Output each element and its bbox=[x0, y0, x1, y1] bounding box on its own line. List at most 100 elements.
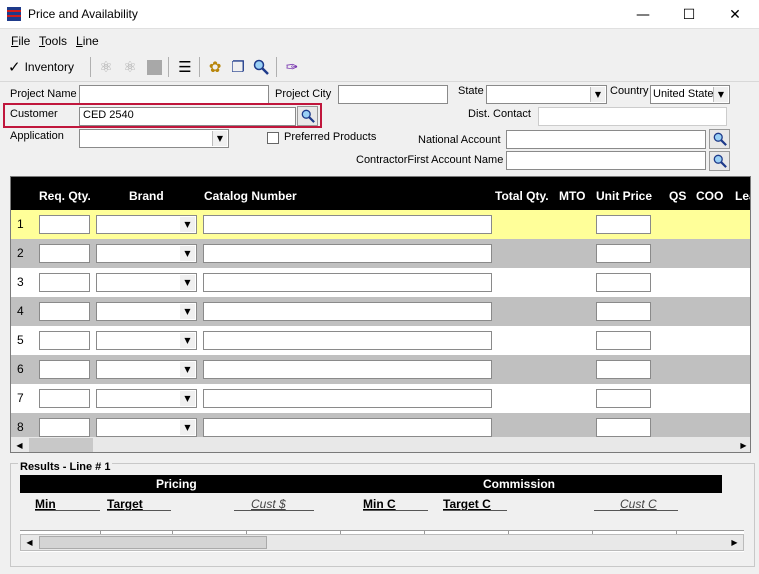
scroll-left-icon[interactable]: ◀ bbox=[11, 437, 28, 452]
unit-price-input[interactable] bbox=[596, 418, 651, 437]
chevron-down-icon[interactable]: ▼ bbox=[180, 333, 195, 348]
contractor-input[interactable] bbox=[506, 151, 706, 170]
grid-row[interactable]: 7 ▼ bbox=[11, 384, 750, 413]
quantity-forward-icon[interactable]: ⚛ bbox=[120, 57, 140, 77]
state-select[interactable]: ▼ bbox=[486, 85, 607, 104]
col-underline bbox=[35, 510, 100, 511]
req-qty-input[interactable] bbox=[39, 244, 90, 263]
menu-tools[interactable]: Tools bbox=[39, 34, 67, 48]
minimize-button[interactable]: — bbox=[620, 0, 666, 29]
close-button[interactable]: ✕ bbox=[712, 0, 758, 29]
grid-row[interactable]: 3 ▼ bbox=[11, 268, 750, 297]
catalog-number-input[interactable] bbox=[203, 244, 492, 263]
req-qty-input[interactable] bbox=[39, 360, 90, 379]
stop-icon[interactable] bbox=[144, 57, 164, 77]
list-icon[interactable]: ☰ bbox=[175, 57, 195, 77]
unit-price-input[interactable] bbox=[596, 389, 651, 408]
col-lead: Lea bbox=[735, 189, 750, 203]
customer-lookup-button[interactable] bbox=[297, 106, 318, 126]
brand-select[interactable]: ▼ bbox=[96, 302, 197, 321]
maximize-button[interactable]: ☐ bbox=[666, 0, 712, 29]
chevron-down-icon[interactable]: ▼ bbox=[180, 420, 195, 435]
brand-select[interactable]: ▼ bbox=[96, 418, 197, 437]
toolbar-separator bbox=[90, 57, 91, 77]
scroll-left-icon[interactable]: ◀ bbox=[21, 535, 38, 550]
req-qty-input[interactable] bbox=[39, 389, 90, 408]
row-number: 5 bbox=[17, 333, 24, 347]
row-number: 3 bbox=[17, 275, 24, 289]
national-account-input[interactable] bbox=[506, 130, 706, 149]
windows-icon[interactable]: ❐ bbox=[228, 57, 248, 77]
country-select[interactable]: United State ▼ bbox=[650, 85, 730, 104]
quantity-back-icon[interactable]: ⚛ bbox=[96, 57, 116, 77]
grid-row[interactable]: 5 ▼ bbox=[11, 326, 750, 355]
grid-row[interactable]: 6 ▼ bbox=[11, 355, 750, 384]
scroll-right-icon[interactable]: ▶ bbox=[726, 535, 743, 550]
unit-price-input[interactable] bbox=[596, 244, 651, 263]
settings-icon[interactable]: ✿ bbox=[205, 57, 225, 77]
menu-line[interactable]: Line bbox=[76, 34, 99, 48]
catalog-number-input[interactable] bbox=[203, 360, 492, 379]
chevron-down-icon[interactable]: ▼ bbox=[713, 87, 728, 102]
unit-price-input[interactable] bbox=[596, 360, 651, 379]
catalog-number-input[interactable] bbox=[203, 389, 492, 408]
brand-select[interactable]: ▼ bbox=[96, 273, 197, 292]
chevron-down-icon[interactable]: ▼ bbox=[180, 275, 195, 290]
dist-contact-input[interactable] bbox=[538, 107, 727, 126]
col-target: Target bbox=[107, 497, 143, 511]
grid-row[interactable]: 1 ▼ bbox=[11, 210, 750, 239]
req-qty-input[interactable] bbox=[39, 418, 90, 437]
grid-horizontal-scrollbar[interactable]: ◀ ▶ bbox=[11, 437, 750, 452]
col-underline bbox=[443, 510, 507, 511]
wand-icon[interactable]: ✑ bbox=[282, 57, 302, 77]
menu-file[interactable]: File bbox=[11, 34, 30, 48]
catalog-number-input[interactable] bbox=[203, 331, 492, 350]
chevron-down-icon[interactable]: ▼ bbox=[180, 362, 195, 377]
chevron-down-icon[interactable]: ▼ bbox=[180, 246, 195, 261]
chevron-down-icon[interactable]: ▼ bbox=[212, 131, 227, 146]
row-number: 6 bbox=[17, 362, 24, 376]
brand-select[interactable]: ▼ bbox=[96, 215, 197, 234]
results-horizontal-scrollbar[interactable]: ◀ ▶ bbox=[20, 534, 744, 551]
contractor-lookup-button[interactable] bbox=[709, 151, 730, 171]
grid-row[interactable]: 2 ▼ bbox=[11, 239, 750, 268]
preferred-products-checkbox[interactable] bbox=[267, 132, 279, 144]
search-icon[interactable] bbox=[251, 57, 271, 77]
col-min-c: Min C bbox=[363, 497, 396, 511]
brand-select[interactable]: ▼ bbox=[96, 360, 197, 379]
unit-price-input[interactable] bbox=[596, 273, 651, 292]
req-qty-input[interactable] bbox=[39, 273, 90, 292]
scroll-right-icon[interactable]: ▶ bbox=[735, 437, 750, 452]
brand-select[interactable]: ▼ bbox=[96, 389, 197, 408]
scroll-thumb[interactable] bbox=[29, 438, 93, 452]
application-select[interactable]: ▼ bbox=[79, 129, 229, 148]
row-number: 8 bbox=[17, 420, 24, 434]
col-unit-price: Unit Price bbox=[596, 189, 653, 203]
brand-select[interactable]: ▼ bbox=[96, 244, 197, 263]
chevron-down-icon[interactable]: ▼ bbox=[590, 87, 605, 102]
chevron-down-icon[interactable]: ▼ bbox=[180, 391, 195, 406]
national-account-lookup-button[interactable] bbox=[709, 129, 730, 149]
grid-row[interactable]: 8 ▼ bbox=[11, 413, 750, 437]
req-qty-input[interactable] bbox=[39, 331, 90, 350]
commission-heading: Commission bbox=[483, 477, 556, 491]
inventory-button[interactable]: ✓ Inventory bbox=[8, 57, 85, 77]
scroll-thumb[interactable] bbox=[39, 536, 267, 549]
catalog-number-input[interactable] bbox=[203, 302, 492, 321]
unit-price-input[interactable] bbox=[596, 302, 651, 321]
catalog-number-input[interactable] bbox=[203, 215, 492, 234]
chevron-down-icon[interactable]: ▼ bbox=[180, 304, 195, 319]
unit-price-input[interactable] bbox=[596, 215, 651, 234]
country-value: United State bbox=[653, 88, 714, 100]
customer-input[interactable]: CED 2540 bbox=[79, 107, 296, 126]
project-name-input[interactable] bbox=[79, 85, 269, 104]
catalog-number-input[interactable] bbox=[203, 273, 492, 292]
chevron-down-icon[interactable]: ▼ bbox=[180, 217, 195, 232]
req-qty-input[interactable] bbox=[39, 302, 90, 321]
unit-price-input[interactable] bbox=[596, 331, 651, 350]
brand-select[interactable]: ▼ bbox=[96, 331, 197, 350]
catalog-number-input[interactable] bbox=[203, 418, 492, 437]
req-qty-input[interactable] bbox=[39, 215, 90, 234]
grid-row[interactable]: 4 ▼ bbox=[11, 297, 750, 326]
project-city-input[interactable] bbox=[338, 85, 448, 104]
